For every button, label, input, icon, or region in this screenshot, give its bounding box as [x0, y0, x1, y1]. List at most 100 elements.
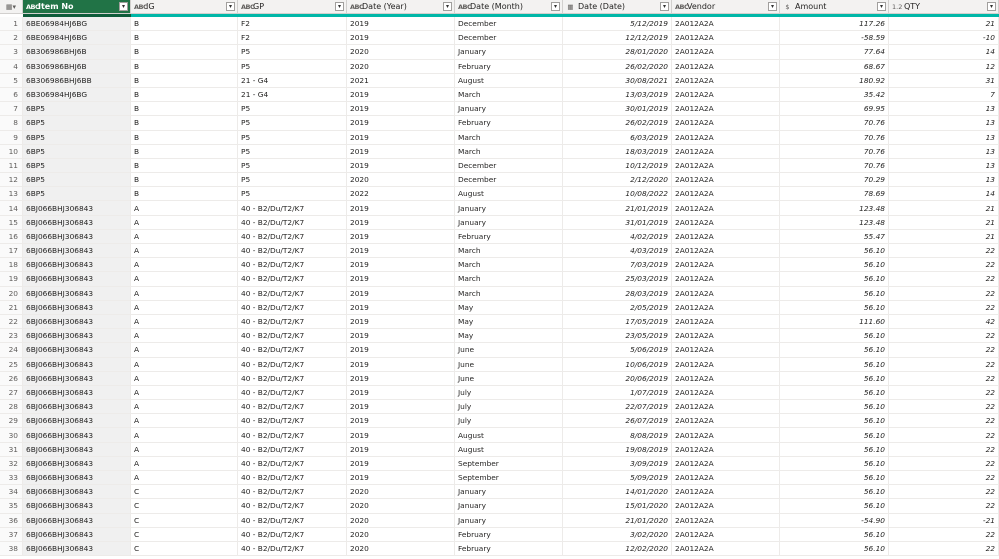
table-row[interactable]: 17 6BJ066BHJ306843 A 40 - B2/Du/T2/K7 2019 Ma… [0, 244, 999, 259]
cell-item[interactable]: 6BJ066BHJ306843 [23, 258, 131, 273]
cell-amount[interactable]: 70.29 [780, 173, 889, 188]
cell-vendor[interactable]: 2A012A2A [672, 87, 780, 103]
cell-year[interactable]: 2019 [347, 357, 455, 372]
row-number[interactable]: 4 [0, 59, 23, 74]
cell-month[interactable]: September [455, 456, 563, 471]
table-row[interactable]: 23 6BJ066BHJ306843 A 40 - B2/Du/T2/K7 2019 Ma… [0, 329, 999, 344]
cell-gp[interactable]: 40 - B2/Du/T2/K7 [238, 414, 347, 429]
cell-month[interactable]: February [455, 541, 563, 557]
cell-date[interactable]: 4/02/2019 [563, 229, 672, 244]
cell-item[interactable]: 6BJ066BHJ306843 [23, 300, 131, 315]
table-row[interactable]: 24 6BJ066BHJ306843 A 40 - B2/Du/T2/K7 2019 Ju… [0, 343, 999, 358]
table-row[interactable]: 21 6BJ066BHJ306843 A 40 - B2/Du/T2/K7 2019 Ma… [0, 300, 999, 315]
cell-date[interactable]: 26/02/2020 [563, 59, 672, 74]
cell-item[interactable]: 6BP5 [23, 116, 131, 131]
filter-dropdown-icon[interactable]: ▾ [443, 2, 452, 11]
cell-month[interactable]: August [455, 187, 563, 202]
row-number[interactable]: 5 [0, 73, 23, 88]
cell-qty[interactable]: 22 [889, 371, 999, 386]
table-row[interactable]: 19 6BJ066BHJ306843 A 40 - B2/Du/T2/K7 2019 Ma… [0, 272, 999, 287]
cell-amount[interactable]: 111.60 [780, 314, 889, 330]
cell-vendor[interactable]: 2A012A2A [672, 357, 780, 372]
cell-year[interactable]: 2019 [347, 258, 455, 273]
cell-month[interactable]: March [455, 244, 563, 259]
cell-month[interactable]: July [455, 385, 563, 401]
cell-item[interactable]: 6BJ066BHJ306843 [23, 471, 131, 486]
cell-vendor[interactable]: 2A012A2A [672, 385, 780, 401]
row-number[interactable]: 14 [0, 201, 23, 216]
cell-date[interactable]: 19/08/2019 [563, 442, 672, 457]
cell-item[interactable]: 6BP5 [23, 173, 131, 188]
cell-ig[interactable]: C [131, 541, 238, 557]
cell-ig[interactable]: A [131, 471, 238, 486]
table-row[interactable]: 29 6BJ066BHJ306843 A 40 - B2/Du/T2/K7 2019 Ju… [0, 414, 999, 429]
cell-year[interactable]: 2019 [347, 272, 455, 287]
table-row[interactable]: 7 6BP5 B P5 2019 January 30/01/2019 2A012A2A 69.… [0, 102, 999, 117]
row-number[interactable]: 16 [0, 229, 23, 244]
cell-ig[interactable]: B [131, 17, 238, 32]
cell-ig[interactable]: A [131, 201, 238, 216]
cell-year[interactable]: 2020 [347, 541, 455, 557]
table-row[interactable]: 9 6BP5 B P5 2019 March 6/03/2019 2A012A2A 70.76 1… [0, 130, 999, 145]
text-type-icon[interactable]: ABC [26, 3, 40, 11]
cell-amount[interactable]: 77.64 [780, 45, 889, 60]
cell-amount[interactable]: 56.10 [780, 400, 889, 415]
cell-date[interactable]: 8/08/2019 [563, 428, 672, 443]
row-number[interactable]: 31 [0, 442, 23, 457]
cell-qty[interactable]: 12 [889, 59, 999, 74]
column-header-vendor[interactable]: ABC Vendor ▾ [672, 0, 780, 14]
cell-year[interactable]: 2019 [347, 385, 455, 401]
cell-item[interactable]: 6BE06984HJ6BG [23, 17, 131, 32]
cell-year[interactable]: 2019 [347, 229, 455, 244]
cell-month[interactable]: July [455, 400, 563, 415]
cell-vendor[interactable]: 2A012A2A [672, 414, 780, 429]
cell-amount[interactable]: 56.10 [780, 343, 889, 358]
cell-year[interactable]: 2019 [347, 87, 455, 103]
table-row[interactable]: 13 6BP5 B P5 2022 August 10/08/2022 2A012A2A 78.… [0, 187, 999, 202]
cell-ig[interactable]: A [131, 258, 238, 273]
cell-date[interactable]: 1/07/2019 [563, 385, 672, 401]
cell-vendor[interactable]: 2A012A2A [672, 314, 780, 330]
table-row[interactable]: 15 6BJ066BHJ306843 A 40 - B2/Du/T2/K7 2019 Ja… [0, 215, 999, 230]
cell-gp[interactable]: P5 [238, 116, 347, 131]
cell-vendor[interactable]: 2A012A2A [672, 258, 780, 273]
cell-qty[interactable]: 21 [889, 17, 999, 32]
table-row[interactable]: 26 6BJ066BHJ306843 A 40 - B2/Du/T2/K7 2019 Ju… [0, 371, 999, 386]
cell-item[interactable]: 6BJ066BHJ306843 [23, 385, 131, 401]
cell-date[interactable]: 25/03/2019 [563, 272, 672, 287]
cell-vendor[interactable]: 2A012A2A [672, 73, 780, 88]
cell-ig[interactable]: B [131, 45, 238, 60]
table-row[interactable]: 32 6BJ066BHJ306843 A 40 - B2/Du/T2/K7 2019 Se… [0, 456, 999, 471]
cell-gp[interactable]: 40 - B2/Du/T2/K7 [238, 371, 347, 386]
cell-ig[interactable]: A [131, 329, 238, 344]
cell-amount[interactable]: 56.10 [780, 442, 889, 457]
filter-dropdown-icon[interactable]: ▾ [877, 2, 886, 11]
cell-amount[interactable]: 56.10 [780, 471, 889, 486]
table-row[interactable]: 22 6BJ066BHJ306843 A 40 - B2/Du/T2/K7 2019 Ma… [0, 314, 999, 330]
cell-gp[interactable]: 40 - B2/Du/T2/K7 [238, 343, 347, 358]
cell-month[interactable]: February [455, 527, 563, 542]
cell-qty[interactable]: 13 [889, 173, 999, 188]
cell-amount[interactable]: 56.10 [780, 371, 889, 386]
cell-ig[interactable]: B [131, 158, 238, 174]
row-number[interactable]: 11 [0, 158, 23, 174]
cell-date[interactable]: 10/06/2019 [563, 357, 672, 372]
cell-month[interactable]: June [455, 343, 563, 358]
cell-year[interactable]: 2021 [347, 73, 455, 88]
column-header-gp[interactable]: ABC GP ▾ [238, 0, 347, 14]
cell-month[interactable]: January [455, 201, 563, 216]
cell-gp[interactable]: P5 [238, 144, 347, 159]
cell-gp[interactable]: 40 - B2/Du/T2/K7 [238, 527, 347, 542]
cell-year[interactable]: 2019 [347, 215, 455, 230]
table-row[interactable]: 34 6BJ066BHJ306843 C 40 - B2/Du/T2/K7 2020 Ja… [0, 485, 999, 500]
row-number[interactable]: 35 [0, 499, 23, 514]
cell-date[interactable]: 31/01/2019 [563, 215, 672, 230]
cell-date[interactable]: 7/03/2019 [563, 258, 672, 273]
cell-qty[interactable]: 22 [889, 258, 999, 273]
cell-date[interactable]: 14/01/2020 [563, 485, 672, 500]
cell-qty[interactable]: 21 [889, 201, 999, 216]
cell-vendor[interactable]: 2A012A2A [672, 400, 780, 415]
cell-month[interactable]: May [455, 314, 563, 330]
cell-ig[interactable]: A [131, 357, 238, 372]
cell-ig[interactable]: B [131, 187, 238, 202]
